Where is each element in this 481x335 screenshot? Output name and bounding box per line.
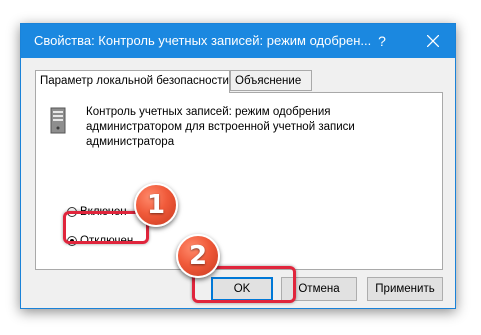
- step-1-badge: 1: [134, 183, 178, 227]
- server-computer-icon: [50, 107, 66, 134]
- step-2-badge: 2: [176, 234, 220, 278]
- close-button[interactable]: [416, 27, 450, 55]
- tab-explain[interactable]: Объяснение: [230, 70, 312, 91]
- title-bar[interactable]: Свойства: Контроль учетных записей: режи…: [21, 24, 455, 58]
- help-button[interactable]: ?: [371, 30, 393, 52]
- close-icon: [427, 35, 439, 47]
- policy-description: Контроль учетных записей: режим одобрени…: [86, 106, 355, 148]
- tab-label: Параметр локальной безопасности: [40, 75, 229, 87]
- apply-button[interactable]: Применить: [367, 277, 443, 301]
- tab-label: Объяснение: [235, 75, 302, 87]
- dialog-title: Свойства: Контроль учетных записей: режи…: [34, 33, 372, 48]
- tab-local-security-setting[interactable]: Параметр локальной безопасности: [35, 70, 230, 93]
